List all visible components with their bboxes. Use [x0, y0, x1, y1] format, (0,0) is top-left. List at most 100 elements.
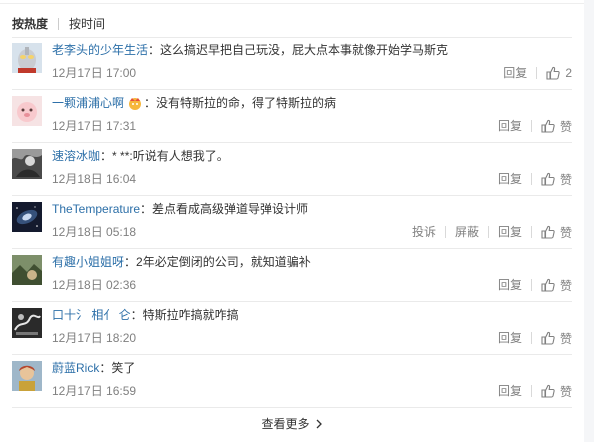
colorful-character-avatar[interactable] [12, 361, 42, 391]
reply-button[interactable]: 回复 [498, 381, 522, 401]
reply-button[interactable]: 回复 [498, 169, 522, 189]
reply-button[interactable]: 回复 [498, 222, 522, 242]
reply-button[interactable]: 回复 [498, 275, 522, 295]
comment-time: 12月18日 16:04 [52, 172, 137, 186]
thumbs-up-icon [541, 384, 555, 398]
green-landscape-avatar[interactable] [12, 255, 42, 285]
like-count: 2 [565, 66, 572, 80]
comment-time: 12月18日 05:18 [52, 225, 137, 239]
comment-panel: 按热度 按时间 老李头的少年生活 ：这么搞迟早把自己玩没，屁大点本事就像开始学马… [0, 0, 584, 442]
action-divider [530, 120, 532, 132]
comment-item: 口十氵 相亻 仑 ：特斯拉咋搞就咋搞 12月17日 18:20 回复 赞 [0, 302, 584, 355]
action-divider [530, 332, 532, 344]
thumbs-up-icon [541, 278, 555, 292]
comment-actions: 回复 赞 [498, 328, 572, 348]
comment-text: ：笑了 [99, 361, 136, 375]
action-divider [530, 226, 532, 238]
comment-actions: 投诉 屏蔽 回复 赞 [412, 222, 572, 242]
comment-item: 老李头的少年生活 ：这么搞迟早把自己玩没，屁大点本事就像开始学马斯克 12月17… [0, 37, 584, 90]
dark-bw-avatar[interactable] [12, 308, 42, 338]
comment-username[interactable]: 一颗浦浦心啊 [52, 94, 124, 112]
action-divider [530, 385, 532, 397]
comment-item: TheTemperature ：差点看成高级弹道导弹设计师 12月18日 05:… [0, 196, 584, 249]
comment-body: TheTemperature ：差点看成高级弹道导弹设计师 [52, 200, 308, 218]
comment-text: ：没有特斯拉的命，得了特斯拉的病 [144, 96, 337, 110]
comment-text: ：特斯拉咋搞就咋搞 [130, 308, 239, 322]
comment-username[interactable]: 速溶冰咖 [52, 147, 100, 165]
like-button[interactable]: 赞 [541, 277, 572, 294]
comment-time: 12月17日 17:31 [52, 119, 137, 133]
ultraman-avatar[interactable] [12, 43, 42, 73]
comment-text: ：差点看成高级弹道导弹设计师 [140, 202, 309, 216]
thumbs-up-icon [541, 225, 555, 239]
report-button[interactable]: 投诉 [412, 222, 436, 242]
block-button[interactable]: 屏蔽 [455, 222, 479, 242]
comment-time: 12月17日 17:00 [52, 66, 137, 80]
comment-time: 12月17日 16:59 [52, 384, 137, 398]
comment-text: ：* **:听说有人想我了。 [100, 149, 229, 163]
thumbs-up-icon [541, 172, 555, 186]
action-divider [530, 173, 532, 185]
comment-body: 速溶冰咖 ：* **:听说有人想我了。 [52, 147, 229, 165]
comment-username[interactable]: 蔚蓝Rick [52, 359, 99, 377]
thumbs-up-icon [546, 66, 561, 80]
comment-body: 口十氵 相亻 仑 ：特斯拉咋搞就咋搞 [52, 306, 239, 324]
comment-actions: 回复 赞 [498, 169, 572, 189]
like-button[interactable]: 赞 [541, 118, 572, 135]
comment-body: 一颗浦浦心啊 ：没有特斯拉的命，得了特斯拉的病 [52, 94, 336, 112]
comment-text: ：2年必定倒闭的公司，就知道骗补 [124, 255, 311, 269]
comment-username[interactable]: 口十氵 相亻 仑 [52, 306, 131, 324]
gray-portrait-avatar[interactable] [12, 149, 42, 179]
comment-item: 一颗浦浦心啊 ：没有特斯拉的命，得了特斯拉的病 12月17日 17:31 回复 … [0, 90, 584, 143]
sort-tabs: 按热度 按时间 [12, 14, 105, 34]
comment-username[interactable]: TheTemperature [52, 200, 140, 218]
like-button[interactable]: 赞 [541, 330, 572, 347]
thumbs-up-icon [541, 331, 555, 345]
comment-text: ：这么搞迟早把自己玩没，屁大点本事就像开始学马斯克 [148, 43, 449, 57]
comment-body: 有趣小姐姐呀 ：2年必定倒闭的公司，就知道骗补 [52, 253, 311, 271]
pink-cartoon-avatar[interactable] [12, 96, 42, 126]
like-button[interactable]: 赞 [541, 224, 572, 241]
comment-time: 12月18日 02:36 [52, 278, 137, 292]
thumbs-up-icon [541, 119, 555, 133]
right-gutter [584, 0, 594, 442]
reply-button[interactable]: 回复 [498, 116, 522, 136]
like-label: 赞 [559, 172, 572, 187]
sort-by-time-tab[interactable]: 按时间 [69, 14, 105, 34]
like-label: 赞 [559, 119, 572, 134]
comment-actions: 回复 赞 [498, 381, 572, 401]
like-label: 赞 [559, 225, 572, 240]
sort-by-hot-tab[interactable]: 按热度 [12, 14, 48, 34]
action-divider [536, 67, 538, 79]
reply-button[interactable]: 回复 [498, 328, 522, 348]
comment-actions: 回复 赞 [498, 116, 572, 136]
comment-body: 老李头的少年生活 ：这么搞迟早把自己玩没，屁大点本事就像开始学马斯克 [52, 41, 448, 59]
galaxy-avatar[interactable] [12, 202, 42, 232]
like-label: 赞 [559, 384, 572, 399]
comment-username[interactable]: 有趣小姐姐呀 [52, 253, 124, 271]
comment-time: 12月17日 18:20 [52, 331, 137, 345]
like-label: 赞 [559, 278, 572, 293]
load-more-label: 查看更多 [261, 417, 310, 431]
comment-body: 蔚蓝Rick ：笑了 [52, 359, 135, 377]
crown-badge-icon [129, 98, 142, 110]
action-divider [530, 279, 532, 291]
load-more-area: 查看更多 [0, 414, 584, 434]
comment-item: 有趣小姐姐呀 ：2年必定倒闭的公司，就知道骗补 12月18日 02:36 回复 … [0, 249, 584, 302]
comment-username[interactable]: 老李头的少年生活 [52, 41, 148, 59]
reply-button[interactable]: 回复 [503, 63, 527, 83]
action-divider [487, 226, 489, 238]
comment-item: 速溶冰咖 ：* **:听说有人想我了。 12月18日 16:04 回复 赞 [0, 143, 584, 196]
action-divider [444, 226, 446, 238]
sort-divider [58, 18, 60, 30]
like-button[interactable]: 赞 [541, 171, 572, 188]
chevron-right-icon [316, 419, 322, 429]
like-button[interactable]: 赞 [541, 383, 572, 400]
like-label: 赞 [559, 331, 572, 346]
comment-list: 老李头的少年生活 ：这么搞迟早把自己玩没，屁大点本事就像开始学马斯克 12月17… [0, 37, 584, 408]
top-divider [0, 0, 584, 4]
like-button[interactable]: 2 [546, 66, 572, 80]
load-more-button[interactable]: 查看更多 [261, 414, 322, 434]
comment-actions: 回复 赞 [498, 275, 572, 295]
comment-actions: 回复 2 [503, 63, 572, 83]
